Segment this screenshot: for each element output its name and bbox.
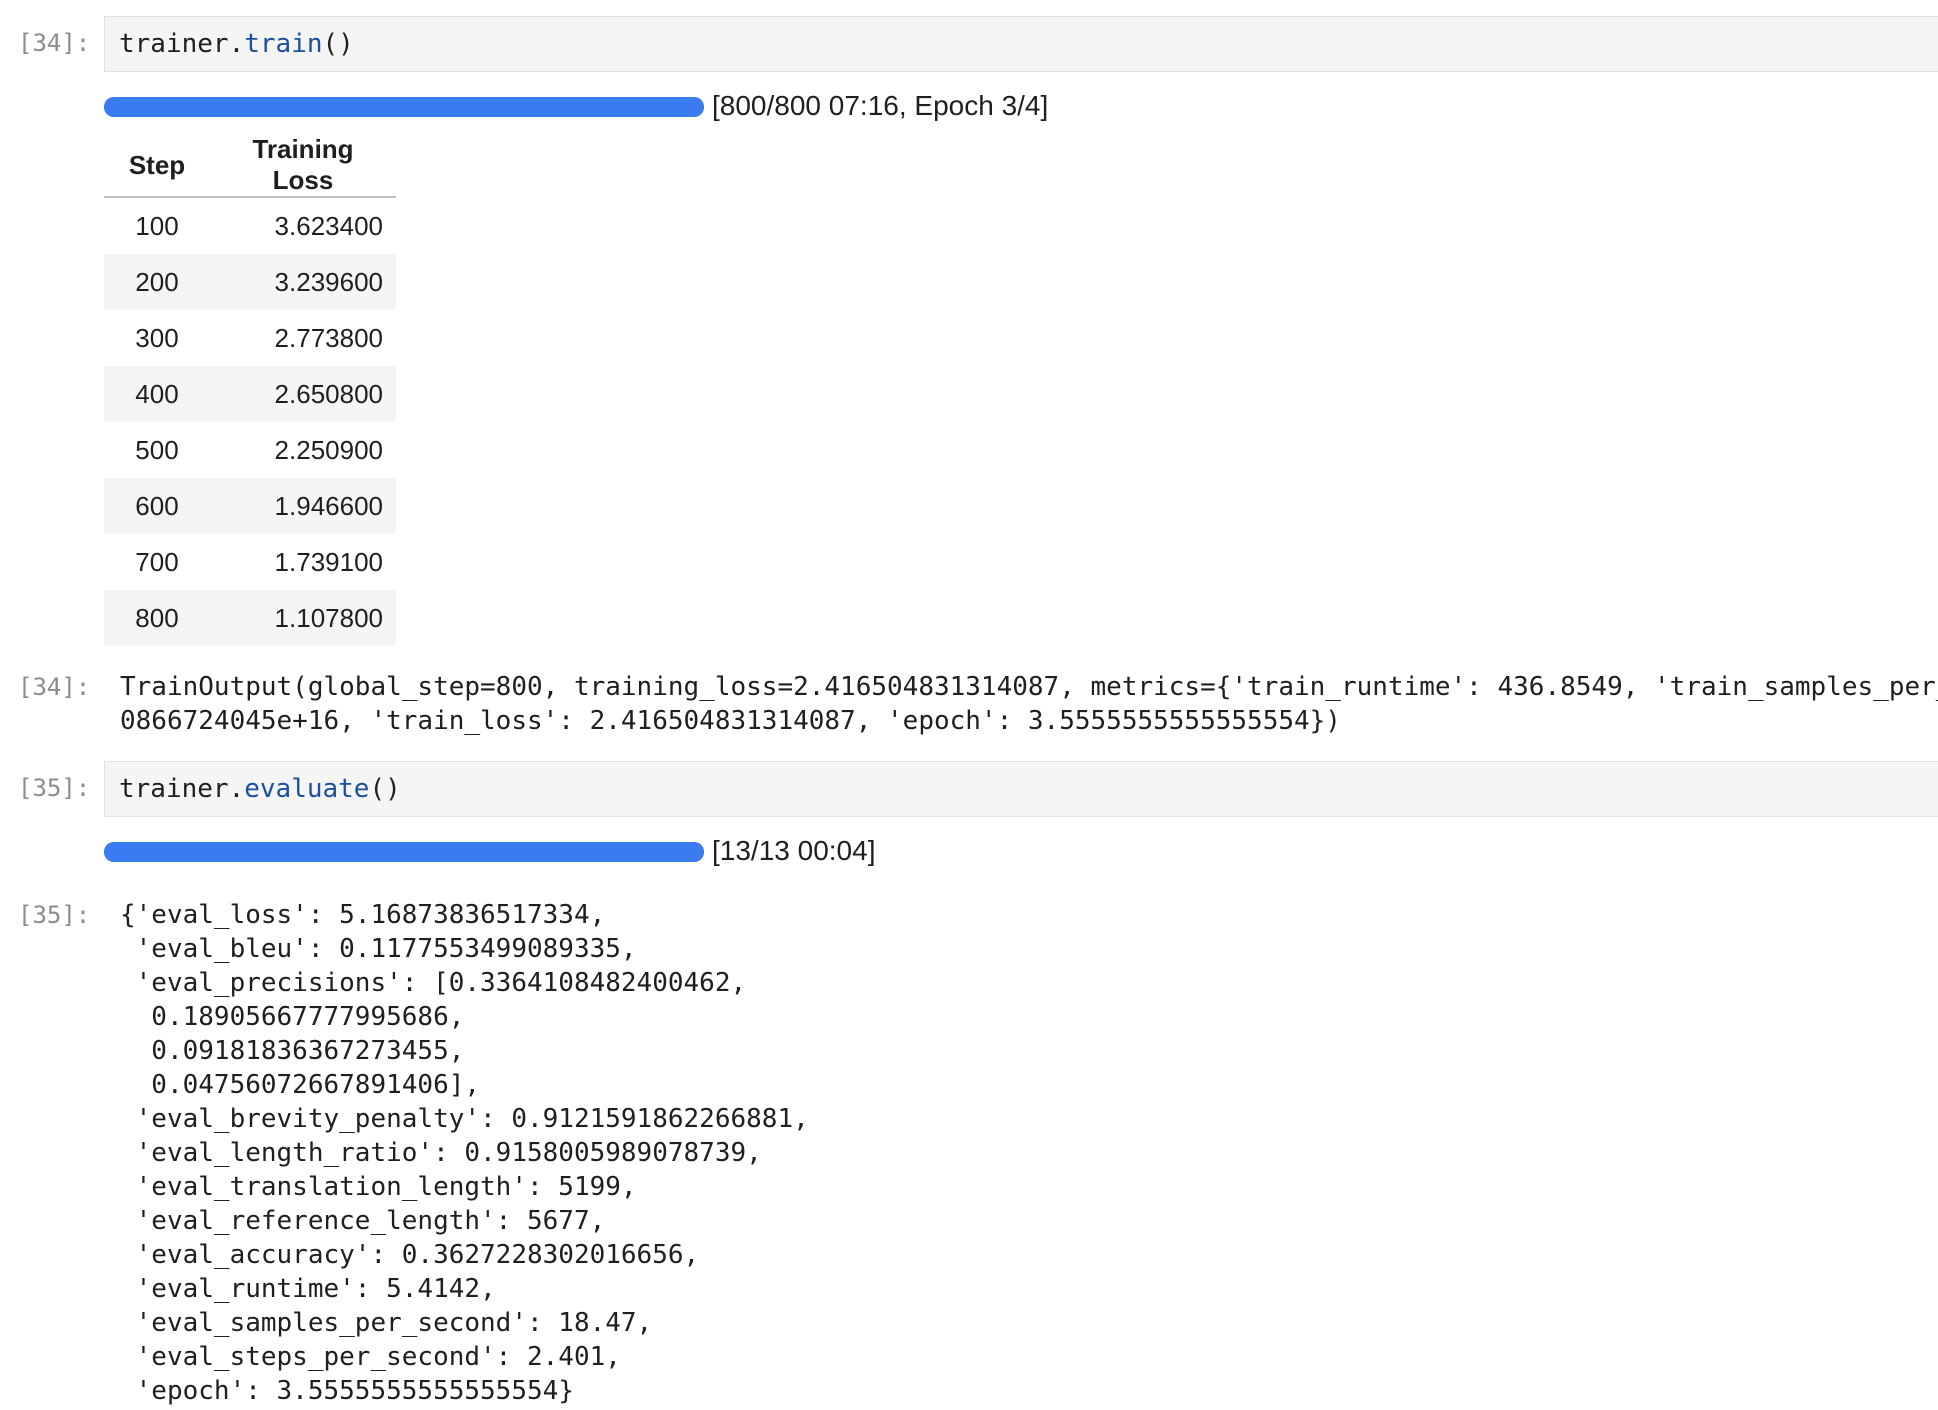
cell-step: 800	[104, 590, 210, 646]
output-line: 'eval_translation_length': 5199,	[120, 1172, 637, 1202]
cell-loss: 2.250900	[274, 434, 383, 465]
cell-34-input-prompt: [34]:	[18, 29, 91, 57]
train-progress-label: [800/800 07:16, Epoch 3/4]	[712, 90, 1049, 121]
cell-34-output-prompt: [34]:	[18, 673, 91, 701]
cell-step: 600	[104, 478, 210, 534]
cell-34-output: TrainOutput(global_step=800, training_lo…	[120, 670, 1938, 738]
code-function-evaluate: evaluate	[244, 774, 370, 804]
code-paren: ()	[322, 29, 354, 59]
table-row: 400 2.650800	[104, 366, 396, 422]
cell-loss: 3.623400	[274, 210, 383, 241]
cell-loss: 3.239600	[210, 254, 396, 310]
output-line: 'eval_length_ratio': 0.9158005989078739,	[120, 1138, 762, 1168]
output-line: 'epoch': 3.5555555555555554}	[120, 1376, 574, 1406]
cell-loss: 2.650800	[210, 366, 396, 422]
output-line: 'eval_steps_per_second': 2.401,	[120, 1342, 621, 1372]
cell-35-code[interactable]: trainer.evaluate()	[119, 772, 401, 806]
table-row: 100 3.623400	[104, 197, 396, 254]
code-function-train: train	[244, 29, 323, 59]
output-line: 0.18905667777995686,	[120, 1002, 465, 1032]
eval-progress-bar	[104, 842, 704, 862]
cell-35-output: {'eval_loss': 5.16873836517334, 'eval_bl…	[120, 898, 809, 1408]
cell-step: 700	[135, 546, 179, 577]
output-line: 'eval_runtime': 5.4142,	[120, 1274, 496, 1304]
cell-step: 500	[135, 434, 179, 465]
output-line: 0.04756072667891406],	[120, 1070, 481, 1100]
eval-progress-fill	[104, 842, 704, 862]
cell-34-code[interactable]: trainer.train()	[119, 27, 354, 61]
cell-step: 200	[104, 254, 210, 310]
table-row: 200 3.239600	[104, 254, 396, 310]
cell-step: 300	[135, 322, 179, 353]
table-header-row: Step Training Loss	[104, 134, 396, 198]
code-object: trainer.	[119, 29, 245, 59]
eval-progress-label: [13/13 00:04]	[712, 835, 876, 866]
output-line: {'eval_loss': 5.16873836517334,	[120, 900, 606, 930]
table-row: 600 1.946600	[104, 478, 396, 534]
output-line: TrainOutput(global_step=800, training_lo…	[120, 672, 1938, 702]
output-line: 0866724045e+16, 'train_loss': 2.41650483…	[120, 706, 1341, 736]
cell-loss: 2.773800	[274, 322, 383, 353]
output-line: 'eval_bleu': 0.1177553499089335,	[120, 934, 637, 964]
cell-step: 100	[135, 210, 179, 241]
output-line: 'eval_accuracy': 0.3627228302016656,	[120, 1240, 700, 1270]
cell-step: 400	[104, 366, 210, 422]
cell-35-input-prompt: [35]:	[18, 774, 91, 802]
code-paren: ()	[369, 774, 401, 804]
training-loss-table: Step Training Loss 100 3.623400 200 3.23…	[104, 134, 396, 646]
output-line: 'eval_reference_length': 5677,	[120, 1206, 606, 1236]
output-line: 0.09181836367273455,	[120, 1036, 465, 1066]
output-line: 'eval_brevity_penalty': 0.91215918622668…	[120, 1104, 809, 1134]
cell-loss: 1.946600	[210, 478, 396, 534]
output-line: 'eval_precisions': [0.3364108482400462,	[120, 968, 747, 998]
cell-loss: 1.107800	[210, 590, 396, 646]
table-row: 700 1.739100	[104, 534, 396, 590]
header-training-loss: Training Loss	[210, 134, 396, 198]
cell-35-code-editor[interactable]: trainer.evaluate()	[104, 761, 1938, 817]
code-object: trainer.	[119, 774, 245, 804]
table-row: 300 2.773800	[104, 310, 396, 366]
cell-35-output-prompt: [35]:	[18, 901, 91, 929]
cell-34-code-editor[interactable]: trainer.train()	[104, 16, 1938, 72]
train-progress-bar	[104, 97, 704, 117]
header-step: Step	[104, 134, 210, 198]
table-row: 500 2.250900	[104, 422, 396, 478]
cell-loss: 1.739100	[274, 546, 383, 577]
table-row: 800 1.107800	[104, 590, 396, 646]
train-progress-fill	[104, 97, 704, 117]
output-line: 'eval_samples_per_second': 18.47,	[120, 1308, 653, 1338]
